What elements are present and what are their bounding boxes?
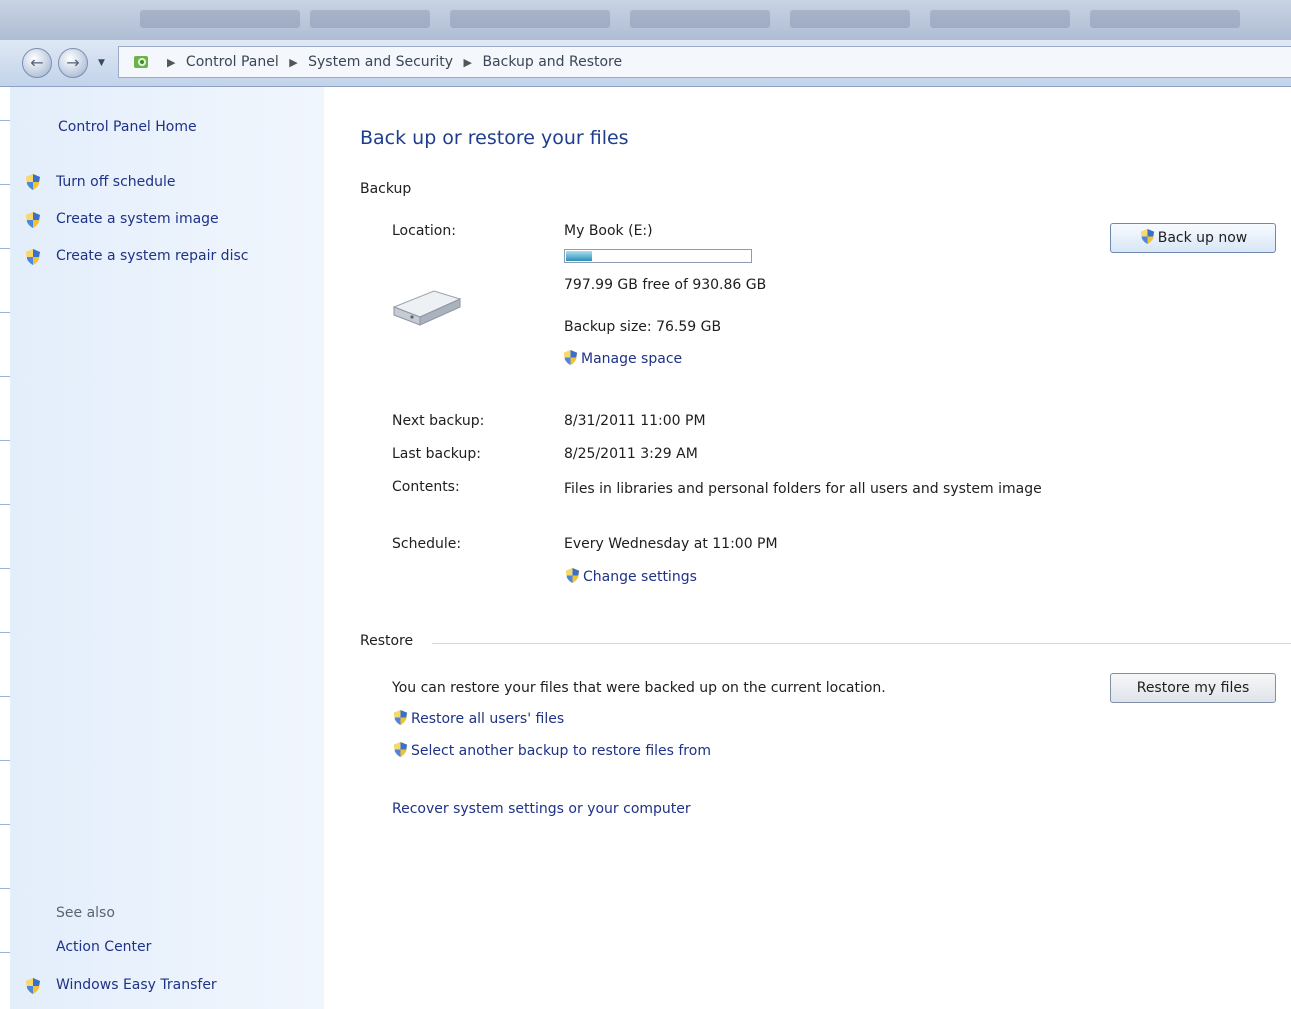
grid-line — [0, 888, 10, 889]
blurred-bookmark — [790, 10, 910, 28]
grid-line — [0, 184, 10, 185]
schedule-value: Every Wednesday at 11:00 PM — [564, 536, 778, 552]
back-up-now-button[interactable]: Back up now — [1110, 223, 1276, 253]
grid-line — [0, 632, 10, 633]
grid-line — [0, 248, 10, 249]
blurred-bookmark — [140, 10, 300, 28]
restore-all-users-files-link[interactable]: Restore all users' files — [392, 709, 564, 727]
breadcrumb-system-and-security[interactable]: System and Security — [308, 54, 453, 70]
create-system-image-link[interactable]: Create a system image — [56, 211, 219, 227]
blurred-bookmark — [1090, 10, 1240, 28]
recover-system-settings-link[interactable]: Recover system settings or your computer — [392, 801, 691, 817]
contents-label: Contents: — [392, 479, 460, 495]
grid-line — [0, 760, 10, 761]
location-value: My Book (E:) — [564, 223, 653, 239]
restore-all-users-files-label: Restore all users' files — [411, 711, 565, 727]
backup-section-heading: Backup — [360, 181, 412, 197]
shield-icon — [565, 567, 580, 584]
select-another-backup-link[interactable]: Select another backup to restore files f… — [392, 741, 711, 759]
grid-line — [0, 120, 10, 121]
control-panel-icon — [134, 56, 148, 68]
select-another-backup-label: Select another backup to restore files f… — [411, 743, 711, 759]
main-content: Back up or restore your files Backup Loc… — [324, 87, 1291, 1009]
blurred-bookmark — [630, 10, 770, 28]
action-center-link[interactable]: Action Center — [56, 939, 151, 955]
breadcrumb: ▶ Control Panel ▶ System and Security ▶ … — [161, 54, 622, 70]
disk-usage-bar — [564, 249, 752, 263]
breadcrumb-separator-icon: ▶ — [167, 56, 176, 69]
restore-description: You can restore your files that were bac… — [392, 680, 886, 696]
grid-line — [0, 568, 10, 569]
last-backup-label: Last backup: — [392, 446, 481, 462]
grid-line — [0, 696, 10, 697]
change-settings-label: Change settings — [583, 569, 697, 585]
page-title: Back up or restore your files — [360, 127, 629, 149]
see-also-heading: See also — [56, 905, 115, 921]
shield-icon — [393, 709, 408, 726]
disk-usage-fill — [566, 251, 593, 261]
external-drive-icon — [392, 290, 462, 326]
back-arrow-icon[interactable]: ← — [22, 48, 52, 78]
grid-line — [0, 952, 10, 953]
backup-size-value: Backup size: 76.59 GB — [564, 319, 722, 335]
next-backup-value: 8/31/2011 11:00 PM — [564, 413, 706, 429]
location-label: Location: — [392, 223, 456, 239]
grid-line — [0, 312, 10, 313]
turn-off-schedule-link[interactable]: Turn off schedule — [56, 174, 176, 190]
grid-line — [0, 504, 10, 505]
grid-line — [0, 440, 10, 441]
blurred-bookmark — [450, 10, 610, 28]
create-system-repair-disc-link[interactable]: Create a system repair disc — [56, 248, 248, 264]
blurred-bookmark — [310, 10, 430, 28]
left-task-pane: Control Panel Home Turn off schedule Cre… — [10, 87, 324, 1009]
section-divider — [432, 643, 1291, 644]
blurred-bookmark — [930, 10, 1070, 28]
history-dropdown-icon[interactable]: ▼ — [98, 58, 105, 68]
shield-icon — [26, 249, 40, 265]
next-backup-label: Next backup: — [392, 413, 485, 429]
shield-icon — [26, 978, 40, 994]
forward-arrow-icon[interactable]: → — [58, 48, 88, 78]
manage-space-label: Manage space — [581, 351, 683, 367]
change-settings-link[interactable]: Change settings — [564, 567, 697, 585]
shield-icon — [26, 174, 40, 190]
grid-line — [0, 824, 10, 825]
breadcrumb-backup-and-restore[interactable]: Backup and Restore — [482, 54, 622, 70]
breadcrumb-separator-icon[interactable]: ▶ — [464, 56, 472, 69]
grid-line — [0, 376, 10, 377]
last-backup-value: 8/25/2011 3:29 AM — [564, 446, 698, 462]
restore-section-heading: Restore — [360, 633, 414, 649]
explorer-navigation-bar: ← → ▼ ▶ Control Panel ▶ System and Secur… — [0, 40, 1291, 87]
breadcrumb-control-panel[interactable]: Control Panel — [186, 54, 279, 70]
windows-easy-transfer-link[interactable]: Windows Easy Transfer — [56, 977, 217, 993]
address-bar[interactable]: ▶ Control Panel ▶ System and Security ▶ … — [118, 46, 1291, 78]
breadcrumb-separator-icon[interactable]: ▶ — [289, 56, 297, 69]
control-panel-home-link[interactable]: Control Panel Home — [58, 119, 197, 135]
shield-icon — [1140, 228, 1154, 245]
restore-my-files-button[interactable]: Restore my files — [1110, 673, 1276, 703]
manage-space-link[interactable]: Manage space — [562, 349, 682, 367]
free-space-value: 797.99 GB free of 930.86 GB — [564, 277, 767, 293]
schedule-label: Schedule: — [392, 536, 462, 552]
shield-icon — [563, 349, 578, 366]
contents-value: Files in libraries and personal folders … — [564, 481, 1042, 497]
shield-icon — [26, 212, 40, 228]
shield-icon — [393, 741, 408, 758]
back-up-now-label: Back up now — [1157, 230, 1248, 246]
browser-bookmarks-bar — [0, 0, 1291, 40]
